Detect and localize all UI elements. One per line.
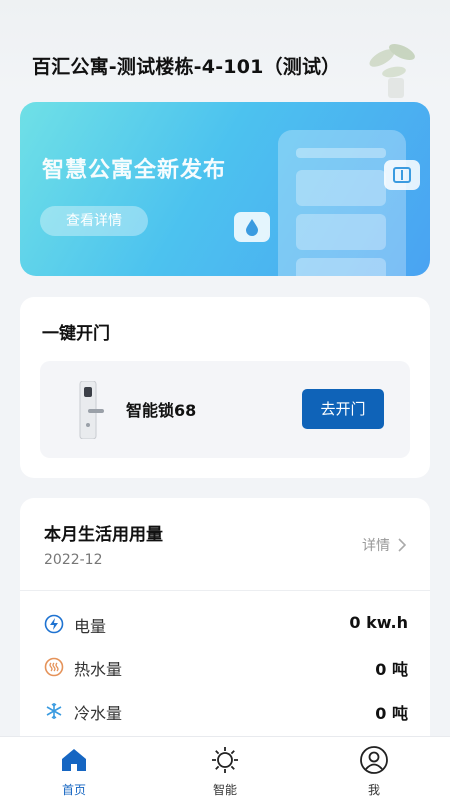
usage-row-hot-water: 热水量 0 吨 (20, 652, 430, 682)
hot-water-icon (44, 657, 64, 677)
lightning-icon (44, 614, 64, 634)
details-label: 详情 (362, 538, 390, 554)
usage-label: 电量 (74, 617, 107, 636)
chevron-right-icon (398, 538, 406, 552)
banner-title: 智慧公寓全新发布 (42, 158, 227, 183)
drop-icon (234, 212, 270, 242)
tab-label: 首页 (61, 783, 86, 797)
usage-value: 0 吨 (375, 704, 408, 723)
plant-decoration (369, 43, 415, 98)
page-title: 百汇公寓-测试楼栋-4-101（测试） (32, 56, 341, 78)
usage-row-electricity: 电量 0 kw.h (20, 609, 430, 639)
device-icon (384, 160, 420, 190)
usage-value: 0 kw.h (349, 613, 408, 632)
promo-banner[interactable]: 智慧公寓全新发布 查看详情 (20, 102, 430, 276)
snowflake-icon (46, 703, 62, 719)
one-click-unlock-card: 一键开门 智能锁68 去开门 (20, 297, 430, 478)
phone-illustration (278, 130, 406, 276)
usage-label: 热水量 (74, 660, 123, 679)
sun-icon (212, 747, 238, 773)
tab-label: 我 (367, 783, 380, 797)
divider (20, 590, 430, 591)
home-icon (62, 749, 86, 771)
bottom-tab-bar: 首页 智能 我 (0, 736, 450, 801)
header: 百汇公寓-测试楼栋-4-101（测试） (0, 0, 450, 98)
view-details-button[interactable]: 查看详情 (40, 206, 148, 236)
usage-section-title: 本月生活用用量 (44, 525, 163, 545)
usage-month: 2022-12 (44, 552, 103, 568)
usage-value: 0 吨 (375, 660, 408, 679)
open-door-button[interactable]: 去开门 (302, 389, 384, 429)
tab-smart[interactable]: 智能 (185, 745, 265, 799)
tab-home[interactable]: 首页 (34, 745, 114, 799)
usage-details-link[interactable]: 详情 (362, 535, 406, 555)
tab-label: 智能 (212, 783, 237, 797)
lock-item: 智能锁68 去开门 (40, 361, 410, 458)
smart-lock-image (79, 381, 104, 439)
monthly-usage-card: 本月生活用用量 2022-12 详情 电量 0 kw.h 热水量 0 吨 冷水量… (20, 498, 430, 758)
lock-name: 智能锁68 (126, 401, 197, 420)
usage-row-cold-water: 冷水量 0 吨 (20, 696, 430, 726)
tab-me[interactable]: 我 (334, 745, 414, 799)
user-icon (360, 746, 388, 774)
usage-label: 冷水量 (74, 704, 123, 723)
unlock-section-title: 一键开门 (42, 324, 110, 344)
